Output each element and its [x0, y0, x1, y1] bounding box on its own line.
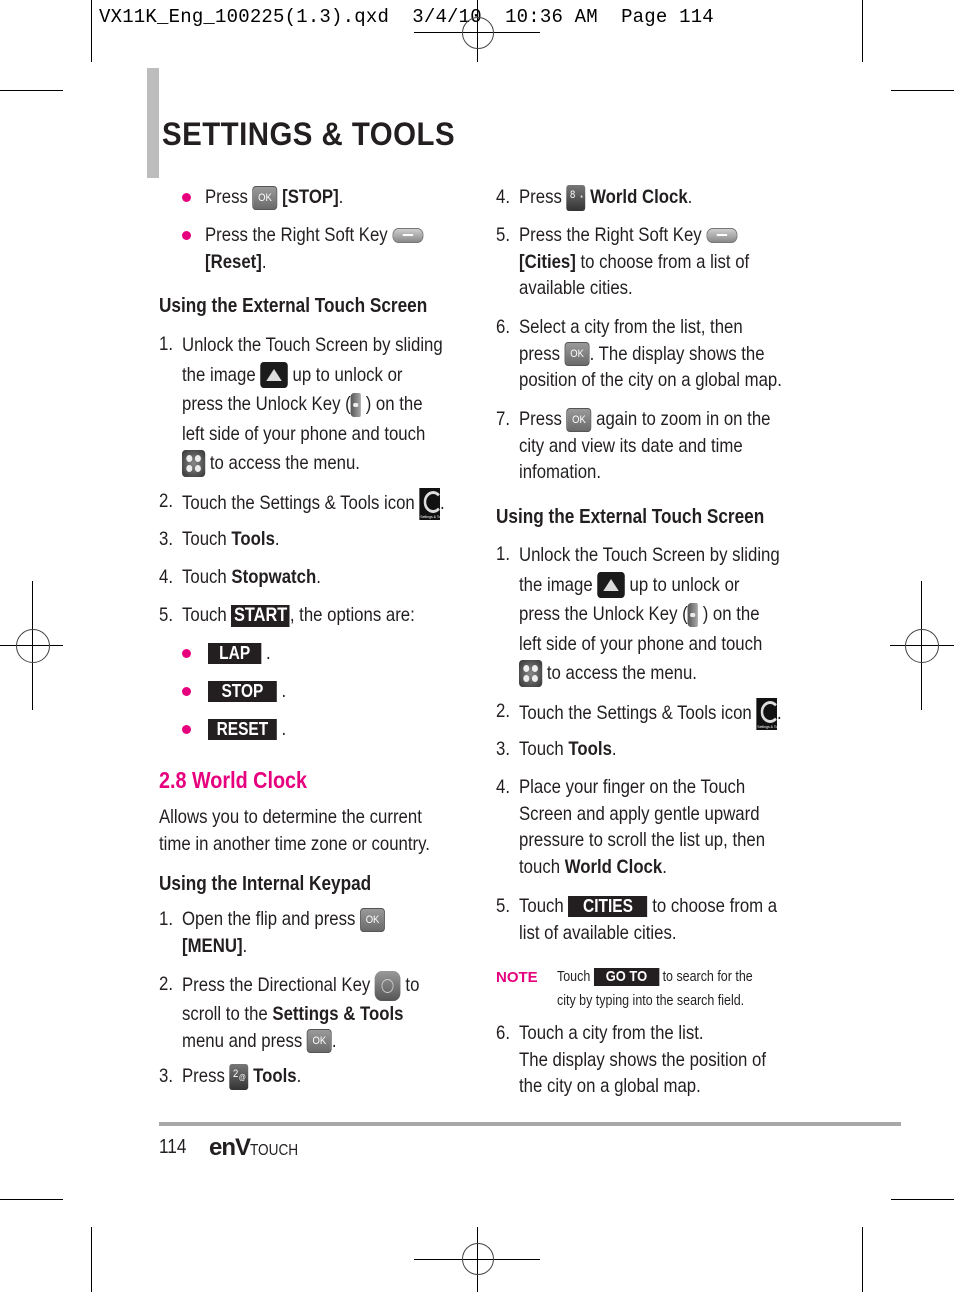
- settings-tools-icon: [419, 488, 441, 520]
- print-slug: VX11K_Eng_100225(1.3).qxd 3/4/10 10:36 A…: [99, 6, 714, 28]
- unlock-slide-image-icon: [260, 362, 288, 389]
- bullet-icon: [182, 231, 191, 240]
- footer-divider: [159, 1122, 901, 1126]
- step-number: 1.: [159, 908, 173, 930]
- ext-step-1: Unlock the Touch Screen by sliding the i…: [182, 331, 443, 479]
- crop-mark: [0, 1199, 63, 1200]
- unlock-key-icon: [687, 602, 699, 627]
- step-number: 4.: [496, 776, 510, 798]
- step-number: 1.: [496, 543, 510, 565]
- step-number: 5.: [159, 604, 173, 626]
- int-step-7: Press OK again to zoom in on the city an…: [519, 407, 771, 483]
- brand-logo: enVTOUCH: [209, 1134, 307, 1162]
- ext-touch-heading-2: Using the External Touch Screen: [496, 506, 765, 528]
- step-number: 5.: [496, 224, 510, 246]
- ok-key-icon: OK: [566, 407, 592, 432]
- unlock-slide-image-icon: [597, 572, 625, 599]
- step-number: 2.: [159, 490, 173, 512]
- crop-mark: [891, 90, 954, 91]
- reset-button[interactable]: RESET: [208, 719, 277, 741]
- ok-key-icon: OK: [564, 342, 590, 367]
- ext-step-2-right: Touch the Settings & Tools icon .: [519, 698, 782, 730]
- ext-step-5: Touch START, the options are:: [182, 604, 415, 627]
- int-step-4: Press 8 * World Clock.: [519, 184, 692, 211]
- page-number: 114: [159, 1136, 187, 1158]
- bullet-icon: [182, 725, 191, 734]
- int-step-5: Press the Right Soft Key [Cities] to cho…: [519, 224, 750, 299]
- lap-button[interactable]: LAP: [208, 643, 262, 665]
- step-number: 4.: [159, 566, 173, 588]
- start-button[interactable]: START: [231, 604, 290, 627]
- go-to-button[interactable]: GO TO: [593, 968, 660, 987]
- crop-mark: [91, 1227, 92, 1292]
- ok-key-icon: OK: [252, 185, 278, 210]
- menu-icon: [519, 660, 543, 688]
- crop-mark: [91, 0, 92, 62]
- menu-icon: [182, 450, 206, 478]
- directional-key-icon: [374, 971, 401, 1001]
- ext-step-4-right: Place your finger on the Touch Screen an…: [519, 776, 766, 878]
- stop-button[interactable]: STOP: [208, 681, 277, 703]
- settings-tools-icon: [756, 698, 778, 730]
- ok-key-icon: OK: [306, 1029, 332, 1054]
- brand-env: enV: [209, 1134, 251, 1161]
- ok-key-icon: OK: [360, 907, 386, 932]
- brand-touch: TOUCH: [250, 1142, 299, 1159]
- step-number: 4.: [496, 186, 510, 208]
- step-number: 2.: [159, 973, 173, 995]
- step-number: 6.: [496, 316, 510, 338]
- int-step-2: Press the Directional Key to scroll to t…: [182, 971, 419, 1054]
- crop-mark: [891, 1199, 954, 1200]
- unlock-key-icon: [350, 392, 362, 417]
- note-text: Touch GO TO to search for the city by ty…: [557, 968, 753, 1009]
- step-number: 3.: [159, 1065, 173, 1087]
- ext-step-5-right: Touch CITIES to choose from a list of av…: [519, 895, 778, 944]
- ext-step-4: Touch Stopwatch.: [182, 566, 321, 588]
- option-lap: LAP .: [208, 640, 271, 667]
- step-number: 3.: [159, 528, 173, 550]
- bullet-stop: Press OK [STOP].: [205, 185, 344, 210]
- int-step-3: Press 2 @ Tools.: [182, 1063, 301, 1090]
- page-title: SETTINGS & TOOLS: [162, 116, 456, 152]
- note-label: NOTE: [496, 969, 538, 986]
- ext-touch-heading: Using the External Touch Screen: [159, 295, 428, 317]
- step-number: 3.: [496, 738, 510, 760]
- step-number: 5.: [496, 895, 510, 917]
- step-number: 7.: [496, 408, 510, 430]
- header-side-bar: [147, 68, 159, 178]
- step-number: 1.: [159, 333, 173, 355]
- section-title: 2.8 World Clock: [159, 767, 308, 793]
- key-2-icon: 2 @: [229, 1063, 249, 1090]
- option-reset: RESET .: [208, 716, 286, 743]
- crop-mark: [0, 90, 63, 91]
- step-number: 6.: [496, 1022, 510, 1044]
- ext-step-3-right: Touch Tools.: [519, 738, 617, 760]
- int-step-6: Select a city from the list, then press …: [519, 316, 782, 391]
- ext-step-1-right: Unlock the Touch Screen by sliding the i…: [519, 541, 780, 689]
- right-soft-key-icon: [706, 228, 738, 244]
- int-step-1: Open the flip and press OK [MENU].: [182, 906, 386, 959]
- ext-step-3: Touch Tools.: [182, 528, 280, 550]
- right-soft-key-icon: [392, 228, 424, 244]
- ext-step-6-right: Touch a city from the list. The display …: [519, 1022, 767, 1097]
- crop-mark: [862, 1227, 863, 1292]
- crop-mark: [862, 0, 863, 62]
- option-stop: STOP .: [208, 678, 286, 705]
- bullet-icon: [182, 649, 191, 658]
- key-8-icon: 8 *: [566, 184, 586, 211]
- int-keypad-heading: Using the Internal Keypad: [159, 873, 372, 895]
- cities-button[interactable]: CITIES: [568, 896, 648, 918]
- ext-step-2: Touch the Settings & Tools icon .: [182, 488, 445, 520]
- step-number: 2.: [496, 700, 510, 722]
- bullet-reset: Press the Right Soft Key [Reset].: [205, 222, 424, 275]
- section-description: Allows you to determine the current time …: [159, 806, 430, 855]
- bullet-icon: [182, 193, 191, 202]
- bullet-icon: [182, 687, 191, 696]
